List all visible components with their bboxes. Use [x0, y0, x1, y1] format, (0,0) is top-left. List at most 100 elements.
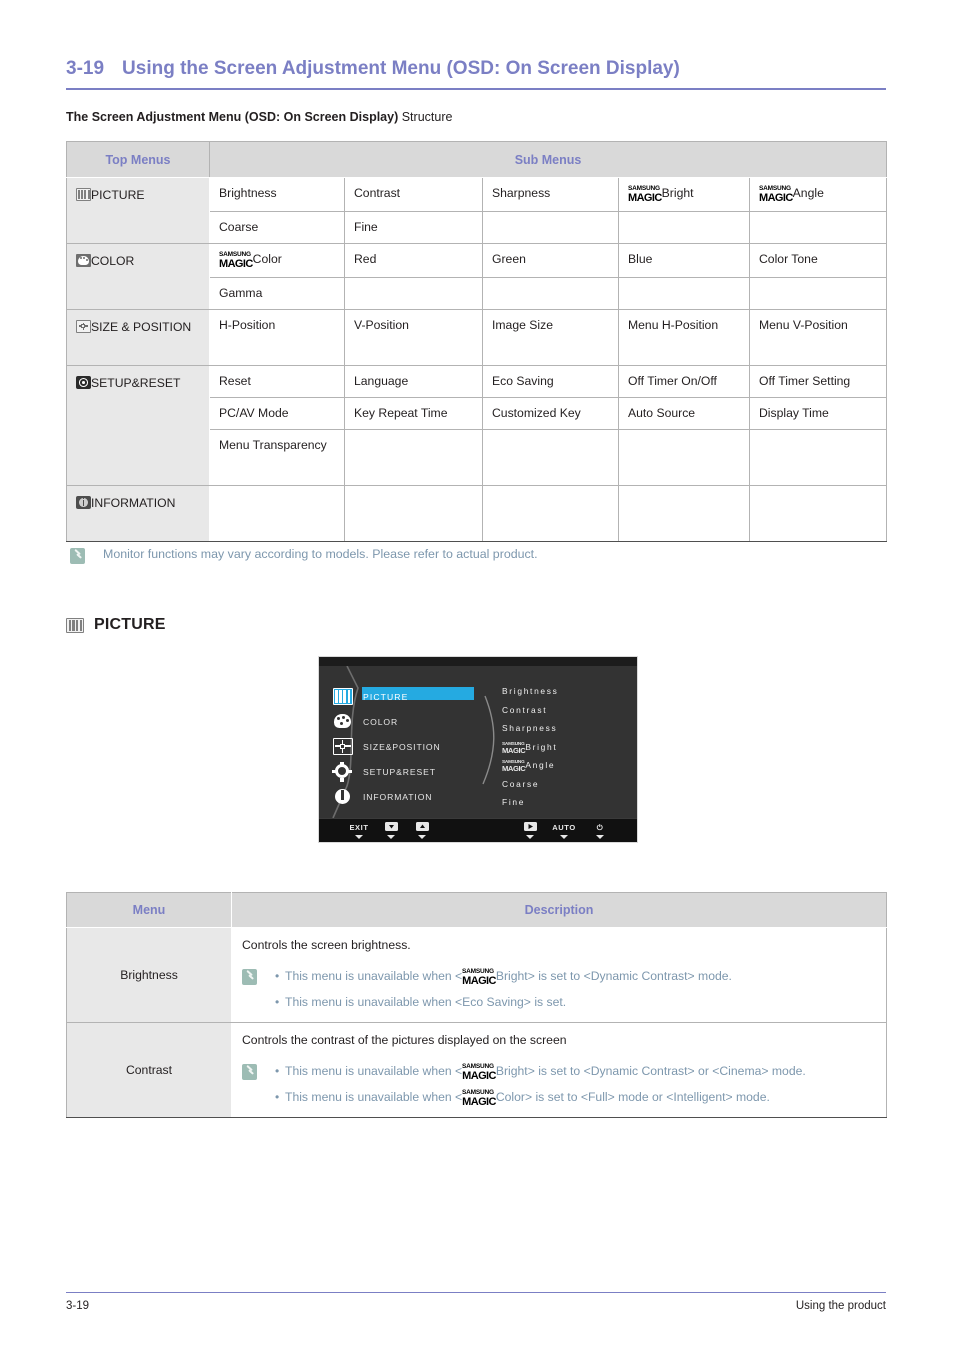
samsung-magic-logo: SAMSUNG MAGIC — [502, 740, 526, 755]
osd-sub-label: Fine — [502, 797, 526, 808]
sub-menu-cell: Sharpness — [482, 177, 619, 212]
osd-sub-item-coarse[interactable]: Coarse — [502, 775, 632, 794]
samsung-magic-logo: SAMSUNG MAGIC — [462, 968, 496, 987]
information-icon — [76, 496, 91, 509]
list-item: • This menu is unavailable when < SAMSUNG… — [275, 1089, 876, 1107]
bullet-magic-suffix: Bright — [495, 1063, 528, 1078]
osd-menu-label: SETUP&RESET — [363, 766, 436, 777]
sub-menu-cell: H-Position — [209, 309, 345, 366]
sub-menu-cell — [748, 429, 888, 486]
osd-menu-item-picture[interactable]: PICTURE — [333, 684, 493, 709]
sub-menu-cell — [344, 485, 483, 542]
sub-menu-cell: Menu V-Position — [748, 309, 888, 366]
note-block: • This menu is unavailable when < SAMSUNG… — [242, 968, 876, 1012]
color-palette-icon — [333, 713, 353, 730]
sub-menu-cell: Auto Source — [618, 397, 750, 430]
sub-menu-cell: Menu Transparency — [209, 429, 345, 486]
osd-enter-button[interactable] — [513, 822, 547, 839]
osd-button-bar: EXIT AUTO ⏻ — [319, 818, 637, 842]
up-box-icon — [405, 822, 439, 833]
sub-menu-cell: Fine — [344, 211, 483, 244]
osd-power-button[interactable]: ⏻ — [583, 822, 617, 839]
samsung-magic-logo: SAMSUNG MAGIC — [502, 759, 526, 774]
description-lead: Controls the screen brightness. — [242, 938, 411, 952]
enter-box-icon — [513, 822, 547, 833]
top-menu-label: COLOR — [91, 254, 135, 268]
note-block: • This menu is unavailable when < SAMSUNG… — [242, 1063, 876, 1107]
bullet-post: > is set to <Dynamic Contrast> mode. — [527, 969, 732, 983]
osd-up-button[interactable] — [405, 822, 439, 839]
osd-exit-button[interactable]: EXIT — [342, 822, 376, 839]
page-title: 3-19 Using the Screen Adjustment Menu (O… — [66, 58, 886, 80]
footer-divider — [66, 1292, 886, 1294]
menu-name-brightness: Brightness — [66, 927, 232, 1023]
bullet-pre: This menu is unavailable when < — [285, 1089, 463, 1104]
sub-menu-cell — [482, 429, 619, 486]
magic-suffix: Angle — [792, 186, 824, 200]
bullet-dot: • — [275, 1063, 280, 1078]
sub-menu-cell: V-Position — [344, 309, 483, 366]
list-item: • This menu is unavailable when <Eco Sav… — [275, 994, 876, 1012]
top-menu-label: PICTURE — [91, 188, 145, 202]
osd-menu-item-information[interactable]: INFORMATION — [333, 784, 493, 809]
bullet-text: This menu is unavailable when < SAMSUNG MA… — [285, 1089, 876, 1107]
samsung-magic-logo: SAMSUNG MAGIC — [462, 1063, 496, 1082]
magic-suffix: Color — [252, 252, 282, 266]
picture-icon — [333, 688, 353, 705]
table-row: Contrast Controls the contrast of the pi… — [66, 1021, 887, 1118]
osd-menu-label: PICTURE — [363, 691, 409, 702]
description-contrast: Controls the contrast of the pictures di… — [231, 1021, 887, 1118]
menu-description-table: Menu Description Brightness Controls the… — [66, 892, 887, 1118]
table-header-row: Top Menus Sub Menus — [66, 141, 888, 178]
sub-menu-cell-magicbright: SAMSUNG MAGIC Bright — [618, 177, 750, 212]
osd-body: PICTURE COLOR SIZE&POSITION SETUP&RESET … — [319, 666, 637, 819]
osd-left-menu: PICTURE COLOR SIZE&POSITION SETUP&RESET … — [332, 684, 493, 809]
sub-menu-cell: Eco Saving — [482, 365, 619, 398]
page-footer: 3-19 Using the product — [66, 1300, 886, 1312]
osd-down-button[interactable] — [374, 822, 408, 839]
caret-down-icon — [560, 835, 568, 839]
osd-sub-label: Coarse — [502, 778, 540, 789]
header-menu: Menu — [66, 892, 232, 928]
osd-sub-item-magicbright[interactable]: SAMSUNG MAGIC Bright — [502, 738, 632, 757]
note-pencil-icon — [70, 548, 85, 564]
setup-reset-icon — [76, 376, 91, 389]
osd-sub-item-brightness[interactable]: Brightness — [502, 682, 632, 701]
sub-menu-cell: Menu H-Position — [618, 309, 750, 366]
osd-sub-item-fine[interactable]: Fine — [502, 793, 632, 812]
sub-menu-cell: Display Time — [748, 397, 888, 430]
bullet-magic-suffix: Color — [495, 1089, 525, 1104]
samsung-magic-logo: SAMSUNG MAGIC — [628, 185, 662, 204]
sub-menu-cell: Color Tone — [748, 243, 888, 278]
osd-sub-item-sharpness[interactable]: Sharpness — [502, 719, 632, 738]
structure-note: Monitor functions may vary according to … — [70, 546, 538, 564]
bullet-pre: This menu is unavailable when < — [285, 1063, 463, 1078]
sub-menu-cell: Coarse — [209, 211, 345, 244]
sub-menu-cell: Off Timer Setting — [748, 365, 888, 398]
osd-menu-item-setup-reset[interactable]: SETUP&RESET — [332, 759, 493, 784]
sub-menu-cell-magicangle: SAMSUNG MAGIC Angle — [748, 177, 888, 212]
color-palette-icon — [76, 254, 91, 267]
size-position-icon — [76, 320, 91, 333]
sub-menu-cell-magiccolor: SAMSUNG MAGIC Color — [209, 243, 345, 278]
section-title: Using the Screen Adjustment Menu (OSD: O… — [122, 58, 680, 79]
top-menu-information: INFORMATION — [66, 485, 210, 542]
caret-down-icon — [526, 835, 534, 839]
table-row: COLOR SAMSUNG MAGIC Color Red Green Blue C… — [66, 243, 888, 310]
sub-menu-cell: Brightness — [209, 177, 345, 212]
bullet-dot: • — [275, 1089, 280, 1104]
osd-sub-label: Sharpness — [502, 723, 558, 734]
picture-section-title: PICTURE — [94, 616, 166, 633]
samsung-magic-logo: SAMSUNG MAGIC — [462, 1089, 496, 1108]
bullet-post: > is set to <Dynamic Contrast> or <Cinem… — [527, 1063, 806, 1078]
osd-sub-item-contrast[interactable]: Contrast — [502, 701, 632, 720]
sub-menu-cell: Customized Key — [482, 397, 619, 430]
osd-menu-item-size-position[interactable]: SIZE&POSITION — [333, 734, 493, 759]
sub-menu-cell — [344, 277, 483, 310]
osd-menu-item-color[interactable]: COLOR — [333, 709, 493, 734]
sub-menu-cell: Off Timer On/Off — [618, 365, 750, 398]
osd-auto-button[interactable]: AUTO — [547, 822, 581, 839]
sub-menu-cell: Green — [482, 243, 619, 278]
osd-sub-item-magicangle[interactable]: SAMSUNG MAGIC Angle — [502, 756, 632, 775]
sub-menu-cell: Gamma — [209, 277, 345, 310]
